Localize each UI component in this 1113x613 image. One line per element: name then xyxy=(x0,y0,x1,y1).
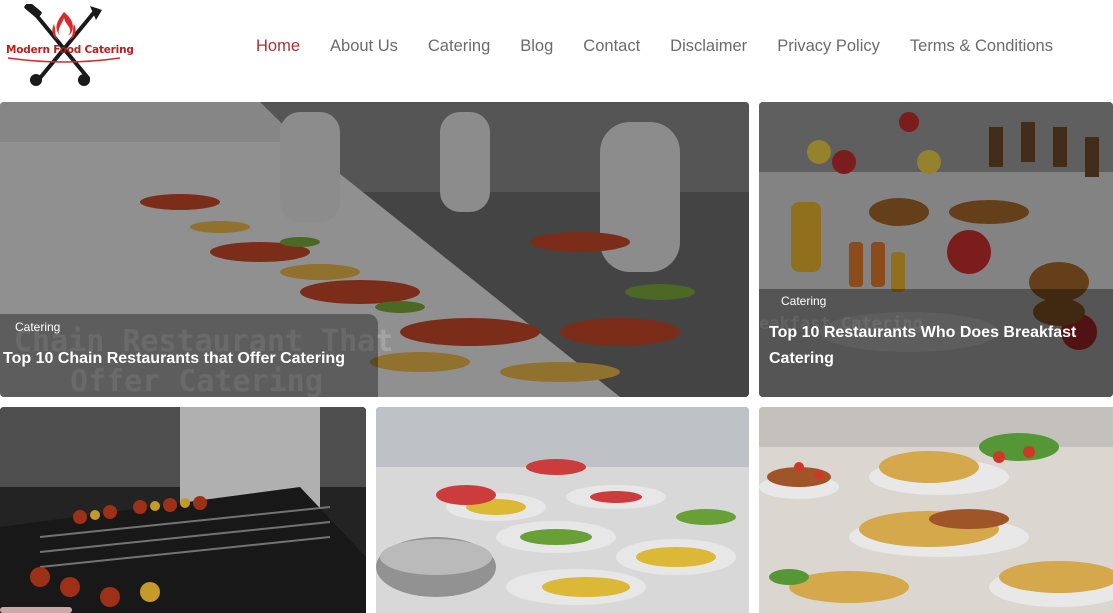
nav-privacy-policy[interactable]: Privacy Policy xyxy=(762,37,895,56)
main-nav: Home About Us Catering Blog Contact Disc… xyxy=(241,34,1068,58)
post-title-line: Top 10 Restaurants Who Does Breakfast xyxy=(769,324,1077,341)
post-card[interactable] xyxy=(0,407,366,613)
post-title[interactable]: Top 10 Restaurants Who Does Breakfast Ca… xyxy=(769,320,1099,372)
featured-post-card[interactable]: eakfast Catering Catering Top 10 Restaur… xyxy=(759,102,1113,397)
nav-home[interactable]: Home xyxy=(241,37,315,56)
category-tag[interactable]: Catering xyxy=(15,320,60,334)
category-tag[interactable]: Catering xyxy=(781,294,826,308)
nav-blog[interactable]: Blog xyxy=(505,37,568,56)
featured-post-card[interactable]: Chain Restaurant That Offer Catering Cat… xyxy=(0,102,749,397)
image-overlay xyxy=(759,407,1113,613)
site-header: Modern Food Catering Home About Us Cater… xyxy=(0,0,1113,100)
nav-disclaimer[interactable]: Disclaimer xyxy=(655,37,762,56)
nav-contact[interactable]: Contact xyxy=(568,37,655,56)
site-logo[interactable]: Modern Food Catering xyxy=(4,1,134,88)
logo-text: Modern Food Catering xyxy=(6,44,134,56)
nav-about-us[interactable]: About Us xyxy=(315,37,413,56)
image-overlay xyxy=(0,407,366,613)
post-title[interactable]: Top 10 Chain Restaurants that Offer Cate… xyxy=(3,346,345,372)
post-title-line: Catering xyxy=(769,350,834,367)
post-card[interactable] xyxy=(376,407,749,613)
post-card[interactable] xyxy=(759,407,1113,613)
nav-terms-conditions[interactable]: Terms & Conditions xyxy=(895,37,1068,56)
nav-catering[interactable]: Catering xyxy=(413,37,505,56)
image-overlay xyxy=(376,407,749,613)
